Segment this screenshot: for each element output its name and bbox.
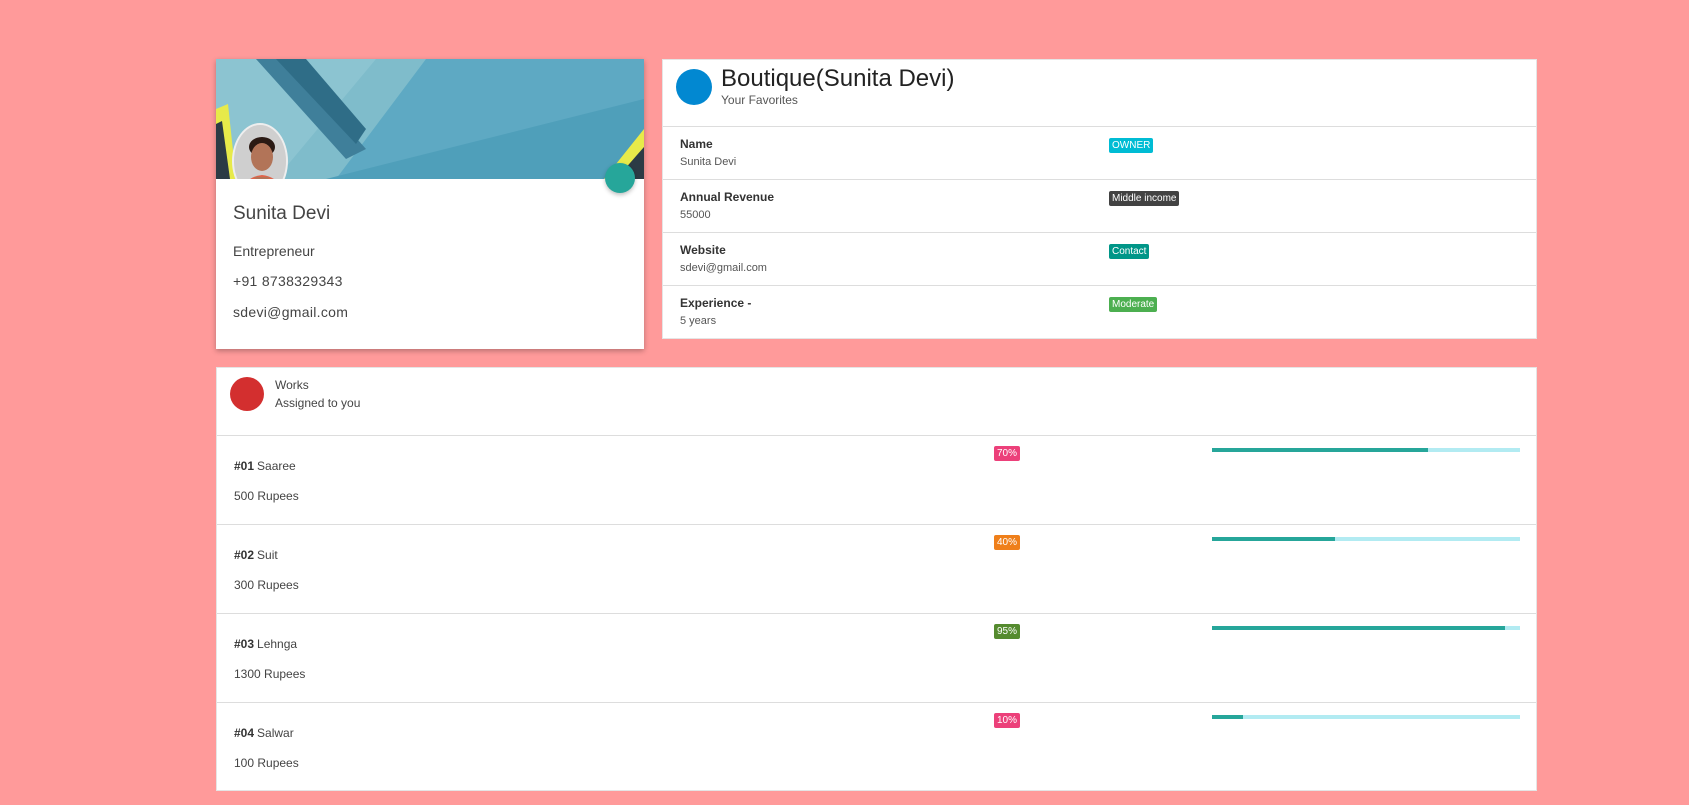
income-badge: Middle income: [1109, 191, 1180, 206]
business-row-revenue: Annual Revenue 55000 Middle income: [663, 180, 1536, 233]
owner-badge: OWNER: [1109, 138, 1154, 153]
work-item[interactable]: #02 Suit 300 Rupees 40%: [217, 525, 1536, 614]
work-item-number: #03: [234, 637, 255, 651]
business-row-value: 5 years: [680, 315, 717, 327]
profile-name: Sunita Devi: [233, 203, 331, 224]
business-row-website: Website sdevi@gmail.com Contact: [663, 233, 1536, 286]
works-header: Works Assigned to you: [217, 368, 1536, 436]
work-item[interactable]: #01 Saaree 500 Rupees 70%: [217, 436, 1536, 525]
work-item-title: Salwar: [257, 726, 294, 740]
business-row-label: Website: [680, 243, 726, 257]
work-item-number: #02: [234, 548, 255, 562]
business-subtitle: Your Favorites: [721, 93, 798, 107]
business-row-label: Annual Revenue: [680, 190, 775, 204]
profile-occupation: Entrepreneur: [233, 243, 315, 259]
work-item-price: 1300 Rupees: [234, 667, 306, 681]
avatar-portrait-icon: [234, 125, 286, 179]
work-progress-fill: [1212, 537, 1336, 541]
work-item-name: #02 Suit: [234, 548, 278, 562]
business-avatar-dot: [676, 69, 712, 105]
contact-badge[interactable]: Contact: [1109, 244, 1150, 259]
work-progress-bar: [1212, 448, 1520, 452]
business-row-label: Name: [680, 137, 713, 151]
work-percent-badge: 70%: [994, 446, 1021, 461]
work-item-price: 300 Rupees: [234, 578, 299, 592]
profile-banner: [216, 59, 644, 179]
work-item-name: #04 Salwar: [234, 726, 294, 740]
business-row-value: 55000: [680, 209, 711, 221]
work-progress-bar: [1212, 715, 1520, 719]
business-row-label: Experience -: [680, 296, 752, 310]
profile-phone: +91 8738329343: [233, 273, 343, 289]
work-item-title: Saaree: [257, 459, 296, 473]
business-row-name: Name Sunita Devi OWNER: [663, 127, 1536, 180]
work-progress-bar: [1212, 537, 1520, 541]
work-item-price: 500 Rupees: [234, 489, 299, 503]
business-row-experience: Experience - 5 years Moderate: [663, 286, 1536, 339]
work-item-title: Suit: [257, 548, 278, 562]
works-card: Works Assigned to you #01 Saaree 500 Rupe…: [216, 367, 1537, 791]
work-item-number: #01: [234, 459, 255, 473]
work-item-number: #04: [234, 726, 255, 740]
work-item-price: 100 Rupees: [234, 756, 299, 770]
profile-action-button[interactable]: [605, 163, 635, 193]
business-title: Boutique(Sunita Devi): [721, 65, 955, 92]
profile-card: Sunita Devi Entrepreneur +91 8738329343 …: [216, 59, 644, 349]
business-card: Boutique(Sunita Devi) Your Favorites Nam…: [662, 59, 1537, 339]
avatar[interactable]: [232, 123, 288, 179]
work-progress-fill: [1212, 448, 1428, 452]
work-item[interactable]: #04 Salwar 100 Rupees 10%: [217, 703, 1536, 792]
work-item-title: Lehnga: [257, 637, 298, 651]
work-item[interactable]: #03 Lehnga 1300 Rupees 95%: [217, 614, 1536, 703]
business-row-value: sdevi@gmail.com: [680, 262, 767, 274]
work-progress-fill: [1212, 715, 1243, 719]
business-header: Boutique(Sunita Devi) Your Favorites: [663, 60, 1536, 127]
work-percent-badge: 10%: [994, 713, 1021, 728]
work-item-name: #03 Lehnga: [234, 637, 297, 651]
business-row-value: Sunita Devi: [680, 156, 737, 168]
work-percent-badge: 40%: [994, 535, 1021, 550]
profile-email: sdevi@gmail.com: [233, 304, 349, 320]
works-subtitle: Assigned to you: [275, 396, 361, 410]
works-title: Works: [275, 378, 309, 392]
work-progress-fill: [1212, 626, 1505, 630]
experience-badge: Moderate: [1109, 297, 1158, 312]
work-item-name: #01 Saaree: [234, 459, 296, 473]
work-progress-bar: [1212, 626, 1520, 630]
works-avatar-dot: [230, 377, 264, 411]
work-percent-badge: 95%: [994, 624, 1021, 639]
